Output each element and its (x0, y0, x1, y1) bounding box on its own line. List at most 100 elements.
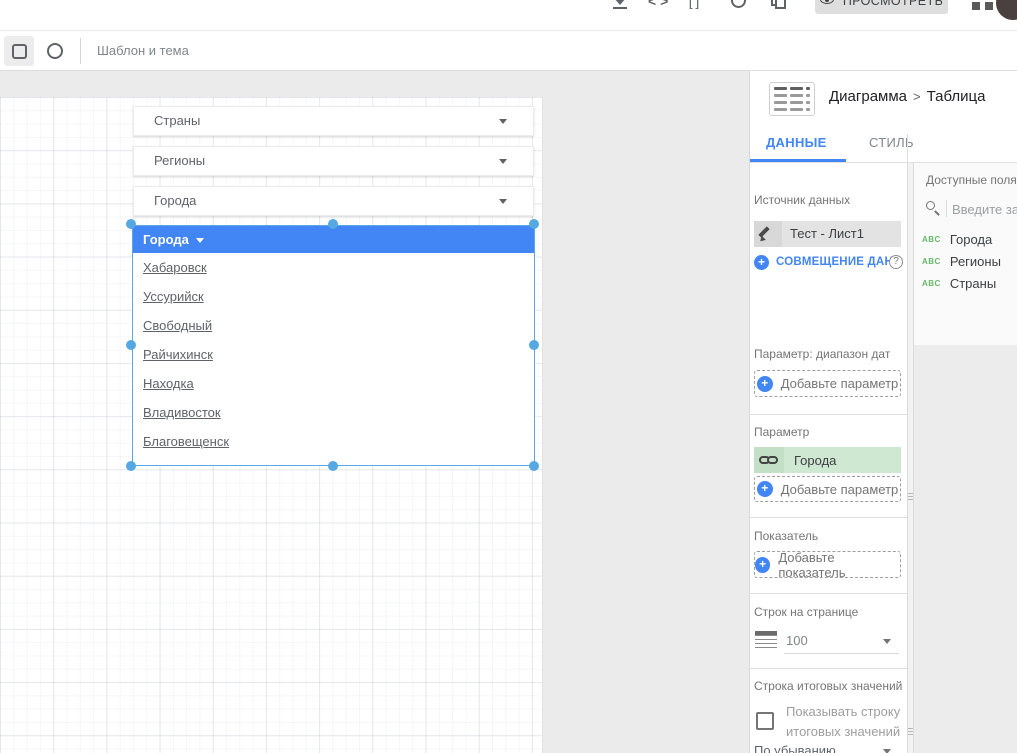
parameter-section-label: Параметр (754, 425, 810, 439)
selection-handle[interactable] (126, 219, 136, 229)
help-icon[interactable]: ? (889, 255, 903, 269)
eye-icon (819, 0, 836, 6)
panel-header: Диаграмма > Таблица (750, 71, 1017, 128)
panel-resizer[interactable] (907, 163, 914, 753)
iframe-icon[interactable]: [ ] (684, 0, 704, 11)
preview-button-label: ПРОСМОТРЕТЬ (842, 0, 944, 8)
active-tab-underline (750, 159, 846, 162)
download-icon[interactable] (610, 0, 630, 11)
blend-data-label: СОВМЕЩЕНИЕ ДАНН (776, 256, 901, 268)
app-window: < > [ ] ПРОСМОТРЕТЬ Шаблон и тема Страны… (0, 0, 1017, 753)
main-toolbar: < > [ ] ПРОСМОТРЕТЬ (0, 0, 1017, 31)
fields-list-container: Доступные поля ABC Города ABC Регионы AB… (914, 163, 1017, 345)
selection-handle[interactable] (529, 340, 539, 350)
filter-dropdown-countries[interactable]: Страны (133, 106, 534, 136)
add-metric-button[interactable]: + Добавьте показатель (754, 550, 901, 580)
theme-menu-item[interactable]: Шаблон и тема (97, 31, 189, 71)
resizer-grip[interactable] (908, 728, 913, 735)
select-underline (784, 653, 899, 654)
search-icon (926, 201, 941, 216)
field-search-input[interactable] (952, 199, 1017, 219)
toolbar-divider (80, 38, 81, 64)
sort-order-value: По убыванию (754, 743, 836, 753)
selection-handle[interactable] (529, 219, 539, 229)
edit-pencil-icon[interactable] (754, 221, 782, 247)
plus-icon: + (756, 375, 773, 392)
filter-dropdown-cities[interactable]: Города (133, 186, 534, 216)
show-summary-row-checkbox[interactable] (756, 712, 774, 730)
section-divider (750, 414, 907, 415)
plus-icon: + (756, 481, 773, 497)
table-row[interactable]: Владивосток (133, 398, 534, 427)
rows-per-page-value: 100 (786, 633, 808, 648)
apps-grid-icon[interactable] (985, 2, 993, 10)
field-item-countries[interactable]: ABC Страны (922, 273, 1017, 293)
copy-icon[interactable] (769, 0, 789, 11)
field-item-cities[interactable]: ABC Города (922, 229, 1017, 249)
chevron-down-icon (883, 749, 891, 753)
apps-grid-icon[interactable] (972, 2, 980, 10)
abc-field-icon: ABC (922, 256, 941, 266)
blend-data-button[interactable]: + СОВМЕЩЕНИЕ ДАНН ? (754, 254, 903, 270)
data-source-control[interactable]: Тест - Лист1 (754, 221, 901, 247)
table-chart-selected[interactable]: Города Хабаровск Уссурийск Свободный Рай… (132, 225, 535, 466)
table-row[interactable]: Находка (133, 369, 534, 398)
rows-per-page-select[interactable]: 100 (754, 628, 901, 654)
table-header-label: Города (143, 232, 189, 247)
resizer-grip[interactable] (908, 493, 913, 500)
refresh-clock-icon[interactable] (729, 0, 749, 11)
sort-order-select[interactable]: По убыванию (754, 738, 901, 753)
table-row[interactable]: Уссурийск (133, 282, 534, 311)
rectangle-tool-button[interactable] (4, 36, 34, 66)
chevron-down-icon (499, 159, 507, 164)
data-settings-column: Источник данных Тест - Лист1 + СОВМЕЩЕНИ… (750, 163, 907, 753)
parameter-chip-cities[interactable]: Города (754, 447, 901, 473)
table-row[interactable]: Хабаровск (133, 253, 534, 282)
selection-handle[interactable] (529, 461, 539, 471)
summary-checkbox-label-line2: итоговых значений (786, 724, 901, 739)
add-parameter-button[interactable]: + Добавьте параметр (754, 476, 901, 502)
plus-icon: + (755, 556, 771, 573)
circle-tool-button[interactable] (40, 36, 70, 66)
add-date-parameter-button[interactable]: + Добавьте параметр (754, 370, 901, 397)
breadcrumb: Диаграмма > Таблица (829, 88, 985, 105)
field-item-regions[interactable]: ABC Регионы (922, 251, 1017, 271)
selection-handle[interactable] (126, 340, 136, 350)
filter-dropdown-label: Регионы (154, 153, 206, 168)
data-source-name[interactable]: Тест - Лист1 (782, 221, 901, 247)
selection-handle[interactable] (328, 219, 338, 229)
selection-handle[interactable] (126, 461, 136, 471)
rows-per-page-label: Строк на странице (754, 605, 859, 619)
properties-panel: Диаграмма > Таблица ДАННЫЕ СТИЛЬ Источник … (749, 71, 1017, 753)
table-row[interactable]: Райчихинск (133, 340, 534, 369)
filter-dropdown-label: Страны (154, 113, 201, 128)
chevron-down-icon (883, 639, 891, 644)
summary-checkbox-label-line1: Показывать строку (786, 704, 901, 719)
table-row[interactable]: Благовещенск (133, 427, 534, 456)
breadcrumb-separator: > (913, 89, 921, 104)
panel-divider (907, 134, 908, 162)
available-fields-title: Доступные поля (926, 173, 1017, 187)
embed-code-icon[interactable]: < > (648, 0, 668, 11)
breadcrumb-category[interactable]: Диаграмма (829, 88, 907, 105)
abc-field-icon: ABC (922, 234, 941, 244)
user-avatar[interactable] (996, 0, 1017, 20)
filter-dropdown-regions[interactable]: Регионы (133, 146, 534, 176)
preview-button[interactable]: ПРОСМОТРЕТЬ (815, 0, 948, 14)
section-divider (750, 593, 907, 594)
metric-section-label: Показатель (754, 529, 819, 543)
link-icon (754, 447, 784, 473)
data-source-section-label: Источник данных (754, 193, 851, 207)
rectangle-icon (11, 43, 27, 59)
filter-dropdown-label: Города (154, 193, 197, 208)
breadcrumb-item: Таблица (926, 88, 986, 105)
available-fields-panel: Доступные поля ABC Города ABC Регионы AB… (914, 163, 1017, 753)
chevron-down-icon (499, 119, 507, 124)
report-canvas[interactable]: Страны Регионы Города Города Хабаровск У… (0, 97, 543, 753)
selection-handle[interactable] (328, 461, 338, 471)
tab-data[interactable]: ДАННЫЕ (766, 128, 827, 162)
table-header-cell[interactable]: Города (133, 226, 534, 253)
table-chart-icon (769, 82, 815, 116)
table-row[interactable]: Свободный (133, 311, 534, 340)
chevron-down-icon (499, 199, 507, 204)
